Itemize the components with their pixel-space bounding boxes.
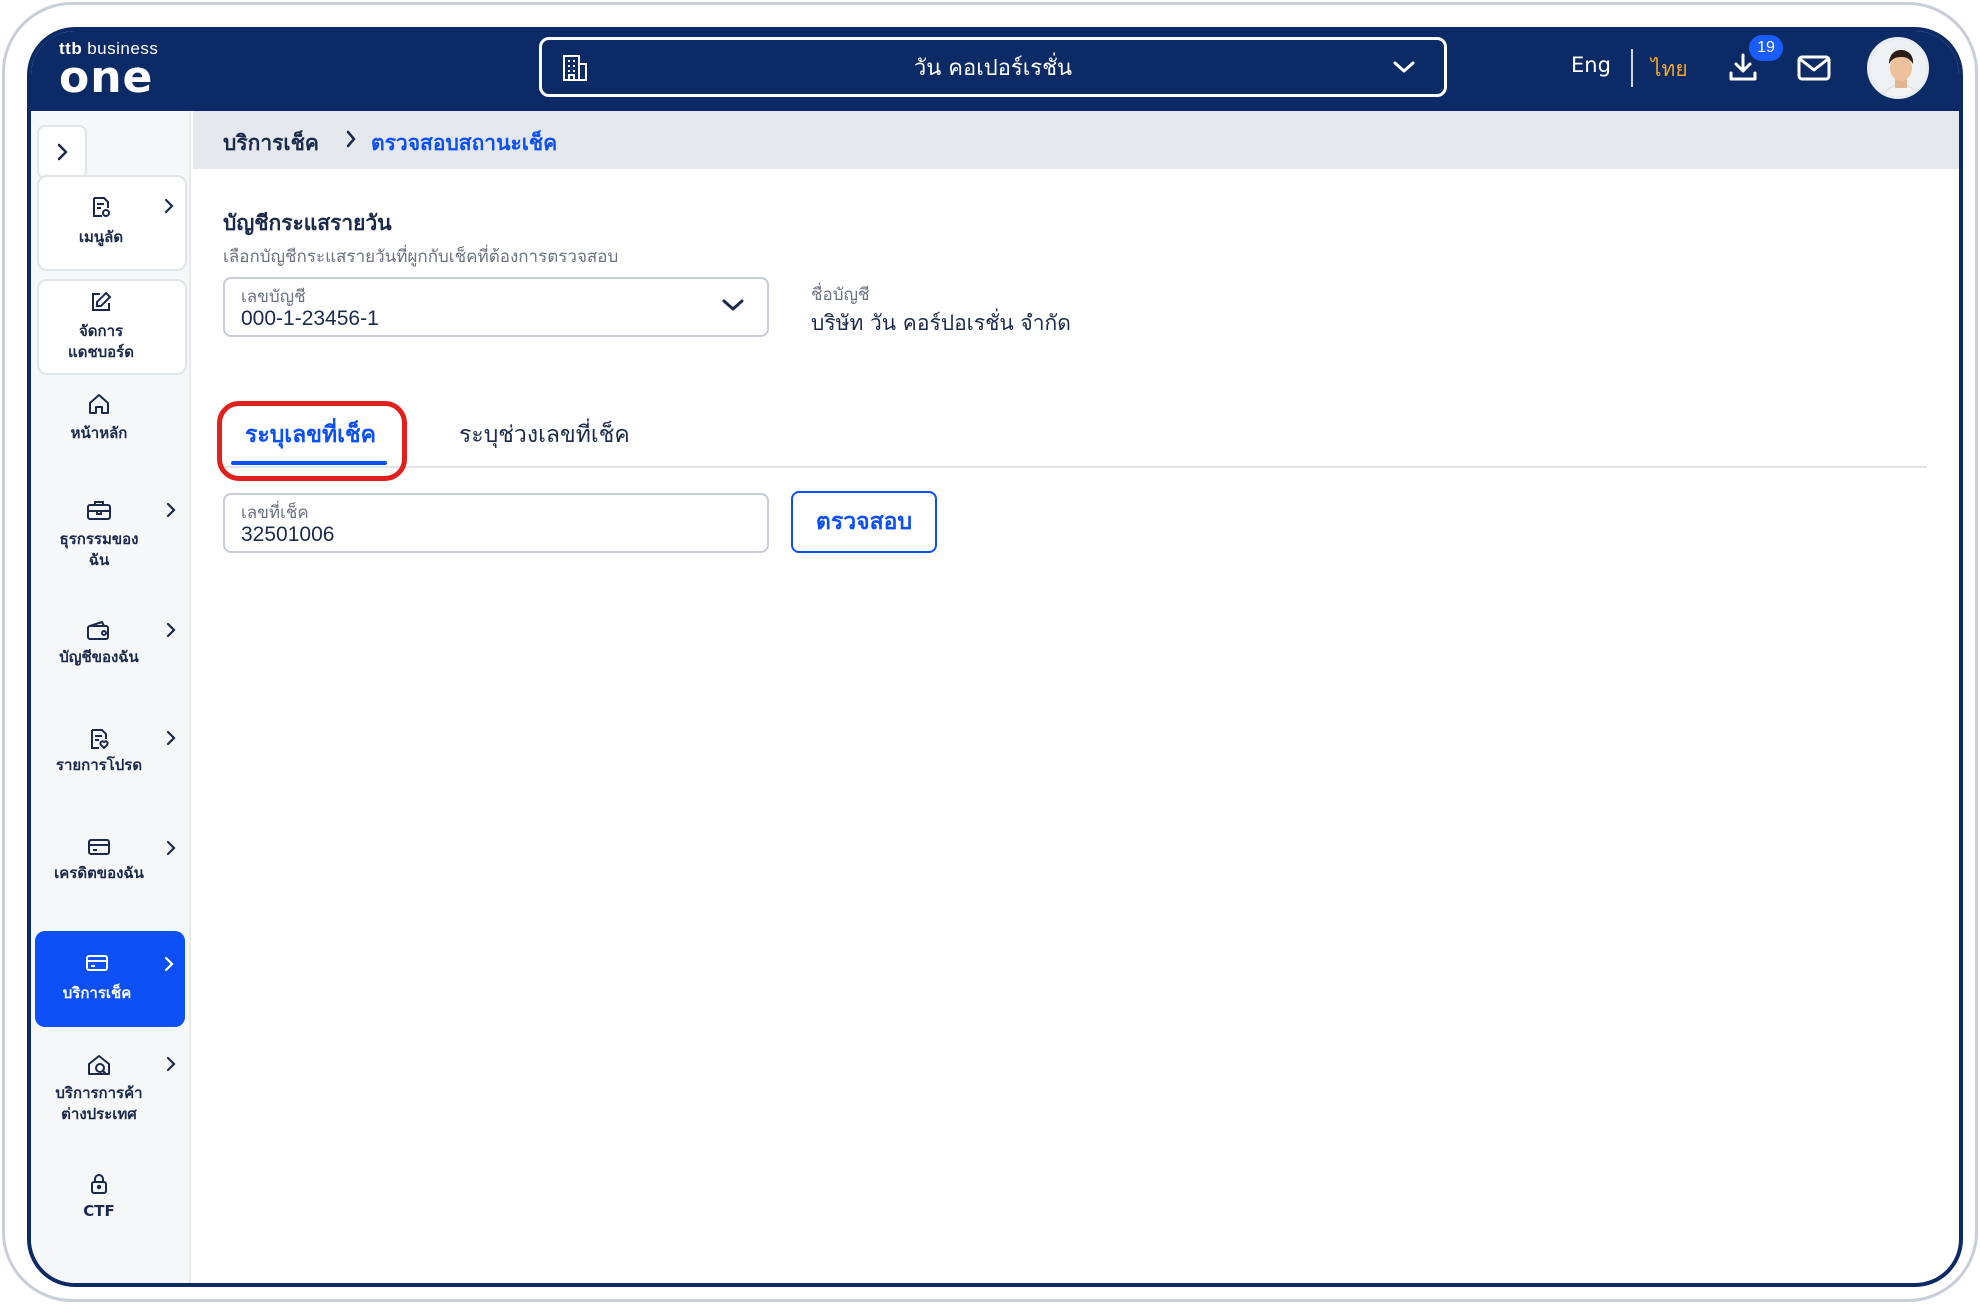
chevron-right-icon bbox=[165, 729, 177, 751]
chevron-right-icon bbox=[165, 839, 177, 861]
device-frame-outer: ttb business one วัน คอเปอร์เรชั่น Eng ไท… bbox=[2, 2, 1978, 1302]
sidebar-item-label: รายการโปรด bbox=[55, 756, 143, 774]
account-number-select[interactable]: เลขบัญชี 000-1-23456-1 bbox=[223, 277, 769, 337]
mail-icon[interactable] bbox=[1797, 55, 1831, 85]
chevron-right-icon bbox=[165, 621, 177, 643]
logo-main: one bbox=[59, 52, 154, 103]
user-avatar[interactable] bbox=[1867, 37, 1929, 99]
sidebar-item-my-credit[interactable]: เครดิตของฉัน bbox=[37, 837, 187, 897]
sidebar-item-label: ธุรกรรมของ ฉัน bbox=[59, 530, 139, 569]
lang-english-button[interactable]: Eng bbox=[1571, 53, 1611, 77]
account-number-label: เลขบัญชี bbox=[241, 287, 306, 307]
sidebar-item-label: จัดการ แดชบอร์ด bbox=[68, 322, 134, 361]
account-number-value: 000-1-23456-1 bbox=[241, 307, 379, 330]
breadcrumb-parent-link[interactable]: บริการเช็ค bbox=[223, 127, 319, 160]
sidebar-expand-toggle[interactable] bbox=[37, 125, 87, 179]
section-title: บัญชีกระแสรายวัน bbox=[223, 211, 392, 235]
tabs-divider bbox=[223, 466, 1927, 468]
breadcrumb-current: ตรวจสอบสถานะเช็ค bbox=[371, 131, 558, 155]
sidebar-item-my-accounts[interactable]: บัญชีของฉัน bbox=[37, 619, 187, 679]
chevron-right-icon bbox=[165, 1055, 177, 1077]
sidebar-item-label: บริการการค้า ต่างประเทศ bbox=[55, 1084, 143, 1123]
trade-home-icon bbox=[37, 1053, 161, 1081]
sidebar-item-label: บัญชีของฉัน bbox=[59, 648, 139, 666]
chevron-down-icon bbox=[721, 297, 745, 317]
sidebar-item-label: เครดิตของฉัน bbox=[54, 864, 144, 882]
briefcase-icon bbox=[37, 499, 161, 525]
app-window: ttb business one วัน คอเปอร์เรชั่น Eng ไท… bbox=[27, 27, 1963, 1287]
sidebar-item-favorites[interactable]: รายการโปรด bbox=[37, 727, 187, 787]
lock-icon bbox=[37, 1173, 161, 1199]
sidebar-item-cheque-service[interactable]: บริการเช็ค bbox=[35, 931, 185, 1027]
cheque-number-value: 32501006 bbox=[241, 523, 335, 546]
check-status-button[interactable]: ตรวจสอบ bbox=[791, 491, 937, 553]
sidebar-item-label: เมนูลัด bbox=[78, 228, 124, 246]
sidebar-item-ctf[interactable]: CTF bbox=[37, 1173, 187, 1233]
account-name-value: บริษัท วัน คอร์ปอเรชั่น จำกัด bbox=[811, 311, 1071, 335]
document-heart-icon bbox=[37, 727, 161, 755]
chevron-right-icon bbox=[345, 129, 357, 153]
sidebar-item-international-trade[interactable]: บริการการค้า ต่างประเทศ bbox=[37, 1053, 187, 1133]
chevron-right-icon bbox=[163, 955, 175, 977]
sidebar-item-shortcut-menu[interactable]: เมนูลัด bbox=[37, 175, 187, 271]
chevron-right-icon bbox=[165, 501, 177, 523]
sidebar-item-my-transactions[interactable]: ธุรกรรมของ ฉัน bbox=[37, 499, 187, 583]
lang-thai-button[interactable]: ไทย bbox=[1651, 53, 1688, 86]
company-selector[interactable]: วัน คอเปอร์เรชั่น bbox=[539, 37, 1447, 97]
sidebar-item-manage-dashboard[interactable]: จัดการ แดชบอร์ด bbox=[37, 279, 187, 375]
edit-icon bbox=[39, 291, 163, 317]
building-icon bbox=[562, 54, 588, 88]
chevron-right-icon bbox=[163, 197, 175, 219]
lang-divider bbox=[1631, 49, 1633, 87]
download-count-badge: 19 bbox=[1749, 35, 1783, 61]
ttb-business-one-logo[interactable]: ttb business one bbox=[59, 39, 158, 103]
chevron-down-icon bbox=[1392, 56, 1416, 81]
sidebar-item-home[interactable]: หน้าหลัก bbox=[37, 383, 187, 463]
account-name-label: ชื่อบัญชี bbox=[811, 285, 870, 305]
section-subtitle: เลือกบัญชีกระแสรายวันที่ผูกกับเช็คที่ต้อ… bbox=[223, 247, 619, 267]
tab-highlight-annotation bbox=[217, 401, 407, 481]
cheque-number-label: เลขที่เช็ค bbox=[241, 503, 309, 523]
company-name: วัน คอเปอร์เรชั่น bbox=[913, 55, 1073, 81]
document-check-icon bbox=[39, 195, 163, 223]
credit-card-icon bbox=[37, 837, 161, 861]
cheque-number-field[interactable]: เลขที่เช็ค 32501006 bbox=[223, 493, 769, 553]
breadcrumb: บริการเช็ค ตรวจสอบสถานะเช็ค bbox=[193, 111, 1959, 169]
cheque-card-icon bbox=[35, 953, 159, 977]
sidebar-item-label: หน้าหลัก bbox=[70, 424, 128, 442]
tab-specify-cheque-range[interactable]: ระบุช่วงเลขที่เช็ค bbox=[459, 417, 630, 453]
top-bar: ttb business one วัน คอเปอร์เรชั่น Eng ไท… bbox=[31, 31, 1959, 111]
home-icon bbox=[37, 393, 161, 419]
sidebar-item-label: บริการเช็ค bbox=[62, 984, 132, 1002]
sidebar-item-label: CTF bbox=[83, 1202, 115, 1220]
sidebar: เมนูลัด จัดการ แดชบอร์ด หน้าหลัก ธุรกรรมข… bbox=[31, 111, 191, 1283]
wallet-icon bbox=[37, 619, 161, 645]
